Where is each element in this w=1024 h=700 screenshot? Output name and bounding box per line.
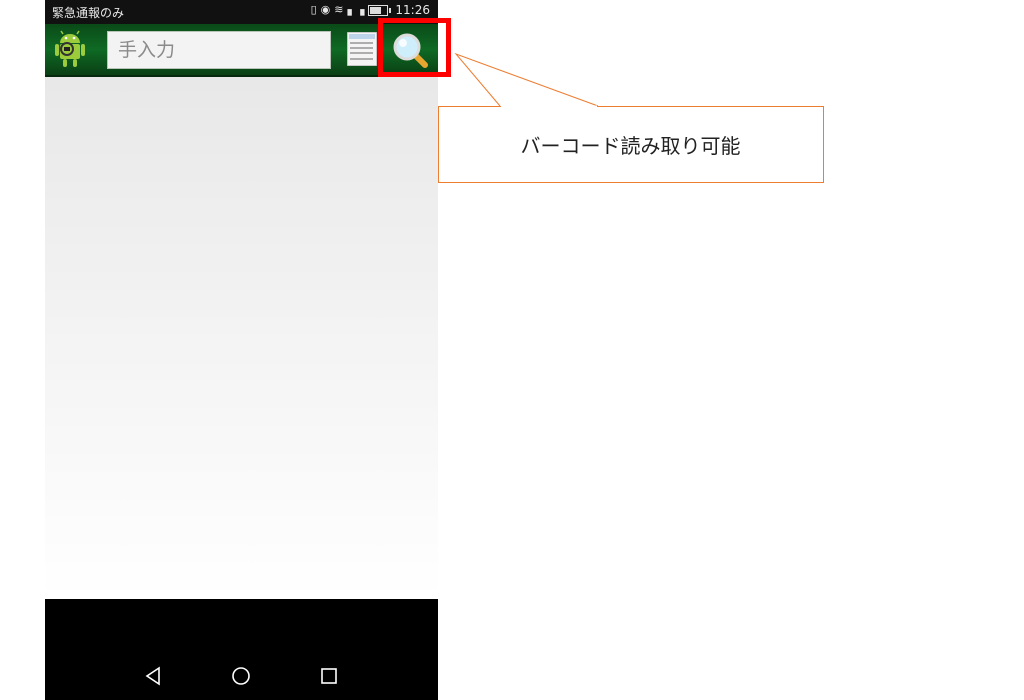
- status-icons: ▯ ◉ ≋ ▖▗ 11:26: [311, 3, 430, 17]
- home-icon[interactable]: [229, 664, 253, 688]
- magnifier-icon: [393, 33, 428, 68]
- status-bar: 緊急通報のみ ▯ ◉ ≋ ▖▗ 11:26: [45, 0, 438, 24]
- search-input[interactable]: [107, 31, 331, 69]
- eye-icon: ◉: [320, 3, 331, 16]
- back-icon[interactable]: [142, 664, 166, 688]
- clock-text: 11:26: [395, 3, 430, 17]
- battery-icon: [368, 4, 392, 16]
- content-area: [45, 77, 438, 599]
- phone-screen: 緊急通報のみ ▯ ◉ ≋ ▖▗ 11:26: [45, 0, 438, 700]
- app-toolbar: [45, 24, 438, 77]
- vibrate-icon: ▯: [310, 3, 317, 16]
- android-barcode-icon[interactable]: [51, 29, 89, 69]
- recent-apps-icon[interactable]: [317, 664, 341, 688]
- carrier-text: 緊急通報のみ: [52, 6, 125, 20]
- document-list-icon[interactable]: [347, 32, 377, 66]
- callout-text: バーコード読み取り可能: [520, 133, 741, 158]
- wifi-icon: ≋: [334, 3, 344, 16]
- signal-icon: ▖▗: [347, 3, 365, 16]
- search-button[interactable]: [382, 24, 438, 75]
